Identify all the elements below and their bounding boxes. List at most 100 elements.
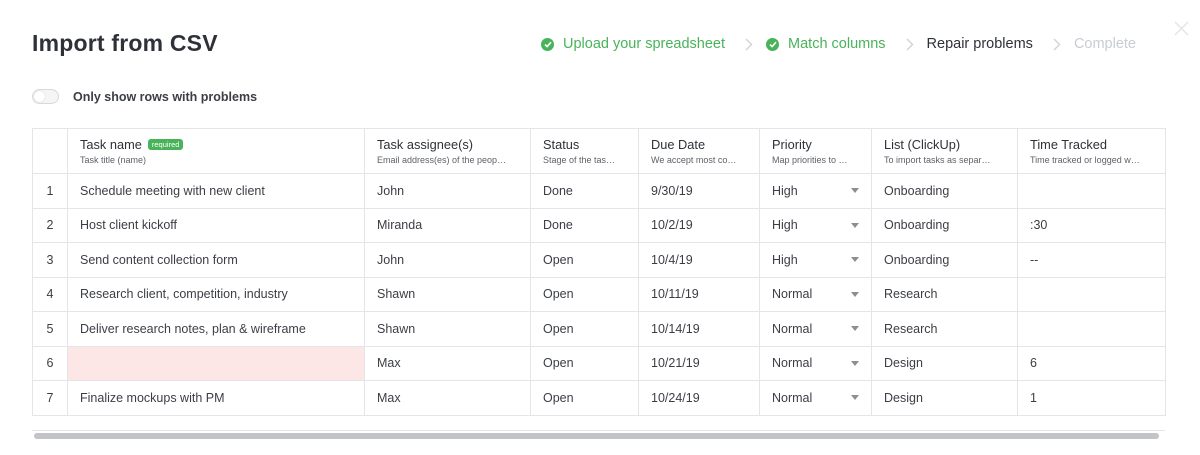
due-date-cell[interactable]: 10/4/19 xyxy=(638,242,760,278)
table-row: 6 Max Open 10/21/19 Normal Design 6 xyxy=(32,345,1166,381)
row-number: 1 xyxy=(32,173,68,209)
column-header-assignee[interactable]: Task assignee(s) Email address(es) of th… xyxy=(364,128,531,174)
due-date-cell[interactable]: 10/14/19 xyxy=(638,311,760,347)
column-header-time-tracked[interactable]: Time Tracked Time tracked or logged w… xyxy=(1017,128,1166,174)
caret-down-icon[interactable] xyxy=(851,222,859,228)
priority-select[interactable]: Normal xyxy=(759,311,872,347)
priority-select[interactable]: Normal xyxy=(759,276,872,312)
step-match-columns[interactable]: Match columns xyxy=(766,36,886,52)
problems-only-label: Only show rows with problems xyxy=(73,89,258,104)
caret-down-icon[interactable] xyxy=(851,395,859,401)
table-row: 2 Host client kickoff Miranda Done 10/2/19 Hi… xyxy=(32,207,1166,243)
toggle-knob xyxy=(34,91,45,102)
priority-select[interactable]: Normal xyxy=(759,345,872,381)
status-cell[interactable]: Done xyxy=(530,173,639,209)
column-header-list[interactable]: List (ClickUp) To import tasks as separ… xyxy=(871,128,1018,174)
table-row: 5 Deliver research notes, plan & wirefram… xyxy=(32,311,1166,347)
column-subtitle: Stage of the tas… xyxy=(543,155,616,165)
time-tracked-cell[interactable]: 6 xyxy=(1017,345,1166,381)
column-header-due-date[interactable]: Due Date We accept most co… xyxy=(638,128,760,174)
import-stepper: Upload your spreadsheet Match columns Re… xyxy=(541,34,1136,54)
list-cell[interactable]: Onboarding xyxy=(871,207,1018,243)
row-number: 7 xyxy=(32,380,68,416)
task-name-cell[interactable]: Finalize mockups with PM xyxy=(67,380,365,416)
row-number: 5 xyxy=(32,311,68,347)
caret-down-icon[interactable] xyxy=(851,188,859,194)
status-cell[interactable]: Open xyxy=(530,380,639,416)
task-name-cell[interactable]: Schedule meeting with new client xyxy=(67,173,365,209)
assignee-cell[interactable]: Miranda xyxy=(364,207,531,243)
assignee-cell[interactable]: Shawn xyxy=(364,276,531,312)
caret-down-icon[interactable] xyxy=(851,360,859,366)
step-label: Match columns xyxy=(788,36,886,52)
caret-down-icon[interactable] xyxy=(851,291,859,297)
time-tracked-cell[interactable] xyxy=(1017,173,1166,209)
column-header-status[interactable]: Status Stage of the tas… xyxy=(530,128,639,174)
step-upload[interactable]: Upload your spreadsheet xyxy=(541,36,725,52)
scrollbar-thumb[interactable] xyxy=(34,433,1159,439)
task-name-cell[interactable]: Host client kickoff xyxy=(67,207,365,243)
priority-select[interactable]: Normal xyxy=(759,380,872,416)
problems-only-toggle[interactable] xyxy=(32,89,59,104)
time-tracked-cell[interactable]: 1 xyxy=(1017,380,1166,416)
status-cell[interactable]: Done xyxy=(530,207,639,243)
status-cell[interactable]: Open xyxy=(530,242,639,278)
priority-select[interactable]: High xyxy=(759,207,872,243)
list-cell[interactable]: Design xyxy=(871,345,1018,381)
priority-select[interactable]: High xyxy=(759,173,872,209)
list-cell[interactable]: Research xyxy=(871,311,1018,347)
status-cell[interactable]: Open xyxy=(530,345,639,381)
horizontal-scrollbar[interactable] xyxy=(32,430,1165,440)
row-number: 6 xyxy=(32,345,68,381)
check-circle-icon xyxy=(541,37,554,51)
list-cell[interactable]: Design xyxy=(871,380,1018,416)
due-date-cell[interactable]: 10/21/19 xyxy=(638,345,760,381)
column-header-task-name[interactable]: Task name required Task title (name) xyxy=(67,128,365,174)
column-subtitle: We accept most co… xyxy=(651,155,737,165)
time-tracked-cell[interactable]: -- xyxy=(1017,242,1166,278)
problems-filter: Only show rows with problems xyxy=(32,89,257,104)
assignee-cell[interactable]: Max xyxy=(364,345,531,381)
column-title: Status xyxy=(543,137,580,152)
column-subtitle: Task title (name) xyxy=(80,155,147,165)
task-name-cell[interactable] xyxy=(67,345,365,381)
list-cell[interactable]: Onboarding xyxy=(871,173,1018,209)
column-title: Time Tracked xyxy=(1030,137,1108,152)
list-cell[interactable]: Research xyxy=(871,276,1018,312)
assignee-cell[interactable]: Shawn xyxy=(364,311,531,347)
caret-down-icon[interactable] xyxy=(851,257,859,263)
chevron-right-icon xyxy=(906,38,914,51)
table-row: 7 Finalize mockups with PM Max Open 10/24/19… xyxy=(32,380,1166,416)
list-cell[interactable]: Onboarding xyxy=(871,242,1018,278)
priority-select[interactable]: High xyxy=(759,242,872,278)
priority-value: High xyxy=(772,183,798,198)
assignee-cell[interactable]: John xyxy=(364,173,531,209)
assignee-cell[interactable]: John xyxy=(364,242,531,278)
time-tracked-cell[interactable] xyxy=(1017,276,1166,312)
column-subtitle: Time tracked or logged w… xyxy=(1030,155,1140,165)
due-date-cell[interactable]: 10/2/19 xyxy=(638,207,760,243)
check-circle-icon xyxy=(766,37,780,51)
status-cell[interactable]: Open xyxy=(530,276,639,312)
due-date-cell[interactable]: 9/30/19 xyxy=(638,173,760,209)
task-name-cell[interactable]: Deliver research notes, plan & wireframe xyxy=(67,311,365,347)
caret-down-icon[interactable] xyxy=(851,326,859,332)
task-name-cell[interactable]: Research client, competition, industry xyxy=(67,276,365,312)
required-badge: required xyxy=(147,138,184,151)
column-title: Priority xyxy=(772,137,812,152)
column-subtitle: To import tasks as separ… xyxy=(884,155,991,165)
priority-value: Normal xyxy=(772,321,813,336)
column-title: Task name xyxy=(80,137,142,152)
close-icon[interactable] xyxy=(1174,21,1189,41)
column-subtitle: Email address(es) of the peop… xyxy=(377,155,507,165)
status-cell[interactable]: Open xyxy=(530,311,639,347)
time-tracked-cell[interactable] xyxy=(1017,311,1166,347)
assignee-cell[interactable]: Max xyxy=(364,380,531,416)
task-name-cell[interactable]: Send content collection form xyxy=(67,242,365,278)
row-number-header xyxy=(32,128,68,174)
due-date-cell[interactable]: 10/24/19 xyxy=(638,380,760,416)
due-date-cell[interactable]: 10/11/19 xyxy=(638,276,760,312)
time-tracked-cell[interactable]: :30 xyxy=(1017,207,1166,243)
priority-value: High xyxy=(772,218,798,233)
column-header-priority[interactable]: Priority Map priorities to … xyxy=(759,128,872,174)
